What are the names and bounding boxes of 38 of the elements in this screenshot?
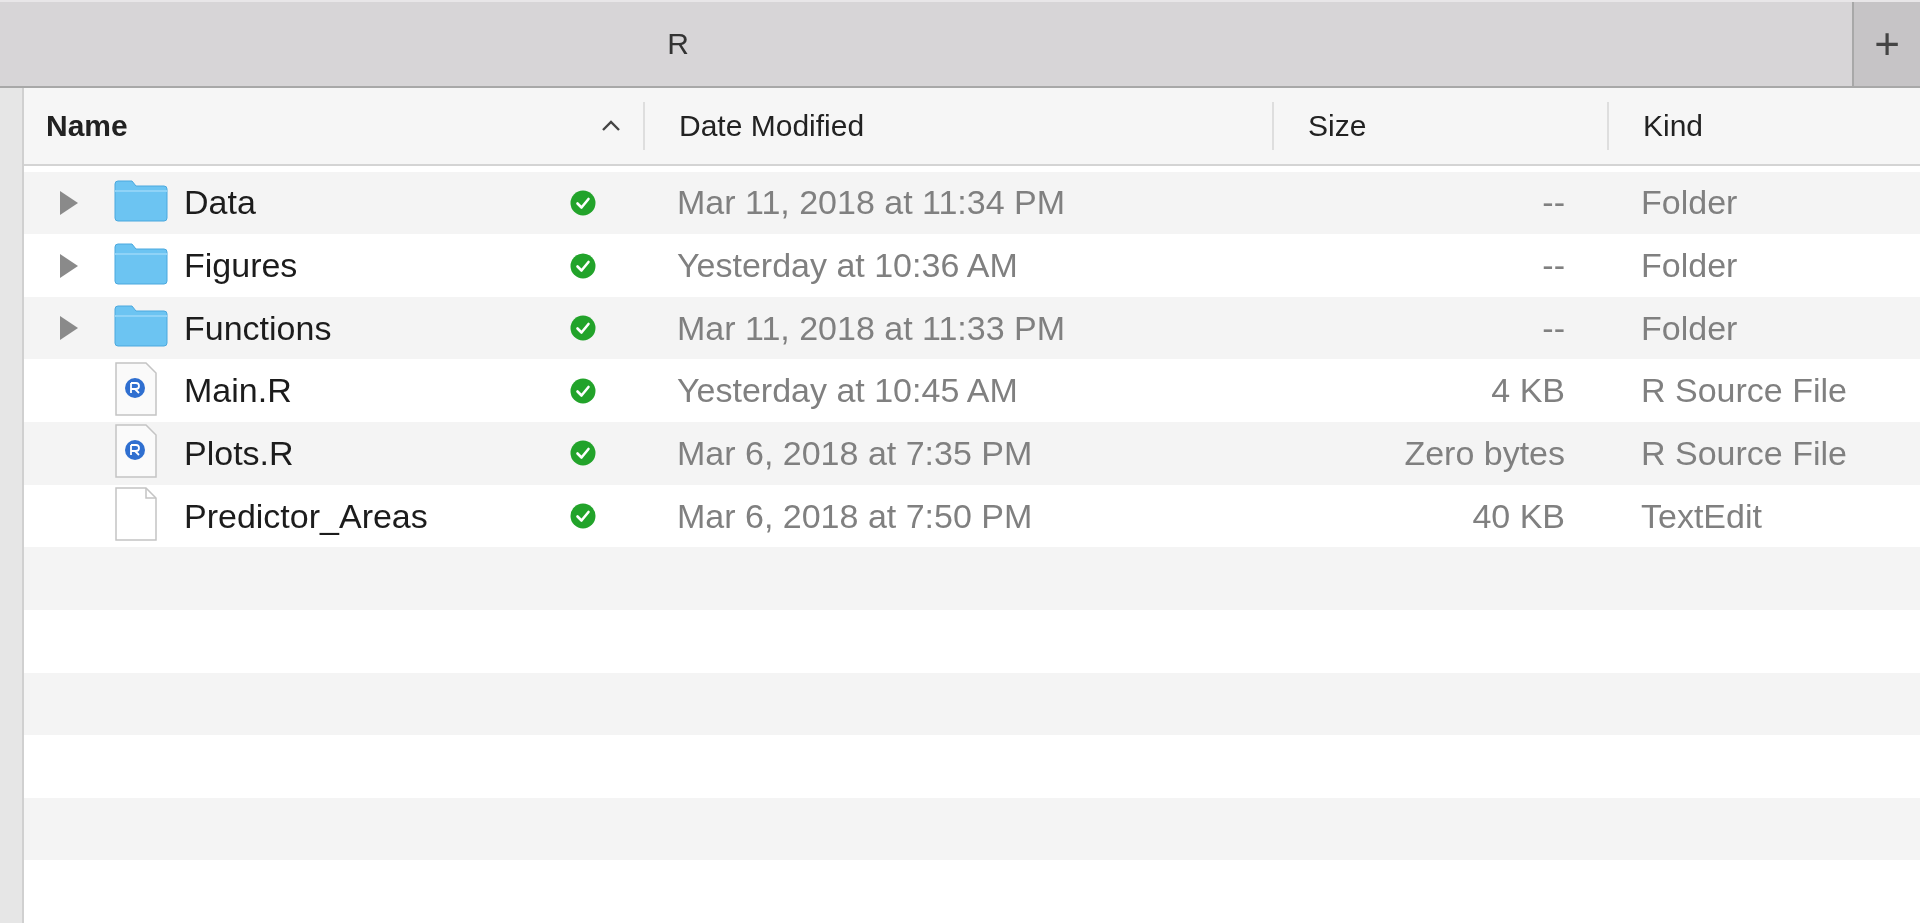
- file-kind: R Source File: [1640, 371, 1848, 411]
- file-kind: Folder: [1640, 308, 1739, 348]
- file-kind: Folder: [1640, 246, 1739, 286]
- file-name: Figures: [184, 246, 299, 286]
- date-modified: Yesterday at 10:36 AM: [676, 246, 1019, 286]
- date-modified: Mar 6, 2018 at 7:50 PM: [676, 496, 1034, 536]
- date-modified: Mar 11, 2018 at 11:33 PM: [676, 308, 1067, 348]
- file-row[interactable]: Data Mar 11, 2018 at 11:34 PM -- Folder: [24, 171, 1920, 235]
- folder-icon: [114, 179, 168, 222]
- file-kind: R Source File: [1640, 433, 1848, 473]
- column-header[interactable]: Kind: [1609, 101, 1920, 150]
- file-size: 40 KB: [1471, 496, 1566, 536]
- file-name: Main.R: [184, 371, 293, 411]
- file-row[interactable]: Plots.R Mar 6, 2018 at 7:35 PM Zero bytes R Source File: [24, 422, 1920, 485]
- file-size: Zero bytes: [1403, 433, 1566, 473]
- new-tab-button[interactable]: +: [1852, 2, 1920, 86]
- file-kind: TextEdit: [1640, 496, 1763, 536]
- date-modified: Mar 6, 2018 at 7:35 PM: [676, 433, 1034, 473]
- file-name: Data: [184, 183, 257, 223]
- column-header[interactable]: Size: [1274, 101, 1607, 150]
- file-size: 4 KB: [1490, 371, 1566, 411]
- file-size: --: [1541, 308, 1566, 348]
- file-name: Plots.R: [184, 433, 295, 473]
- file-size: --: [1541, 246, 1566, 286]
- folder-icon: [114, 305, 168, 348]
- column-header[interactable]: Name: [24, 101, 643, 150]
- column-header[interactable]: Date Modified: [645, 101, 1272, 150]
- file-size: --: [1541, 183, 1566, 223]
- file-row[interactable]: Functions Mar 11, 2018 at 11:33 PM -- Folder: [24, 296, 1920, 360]
- file-name: Predictor_Areas: [184, 496, 429, 536]
- file-kind: Folder: [1640, 183, 1739, 223]
- date-modified: Mar 11, 2018 at 11:34 PM: [676, 183, 1067, 223]
- folder-icon: [114, 242, 168, 285]
- r-file-icon: [114, 361, 158, 416]
- date-modified: Yesterday at 10:45 AM: [676, 371, 1019, 411]
- r-file-icon: [114, 424, 158, 479]
- file-name: Functions: [184, 308, 333, 348]
- document-icon: [114, 487, 158, 542]
